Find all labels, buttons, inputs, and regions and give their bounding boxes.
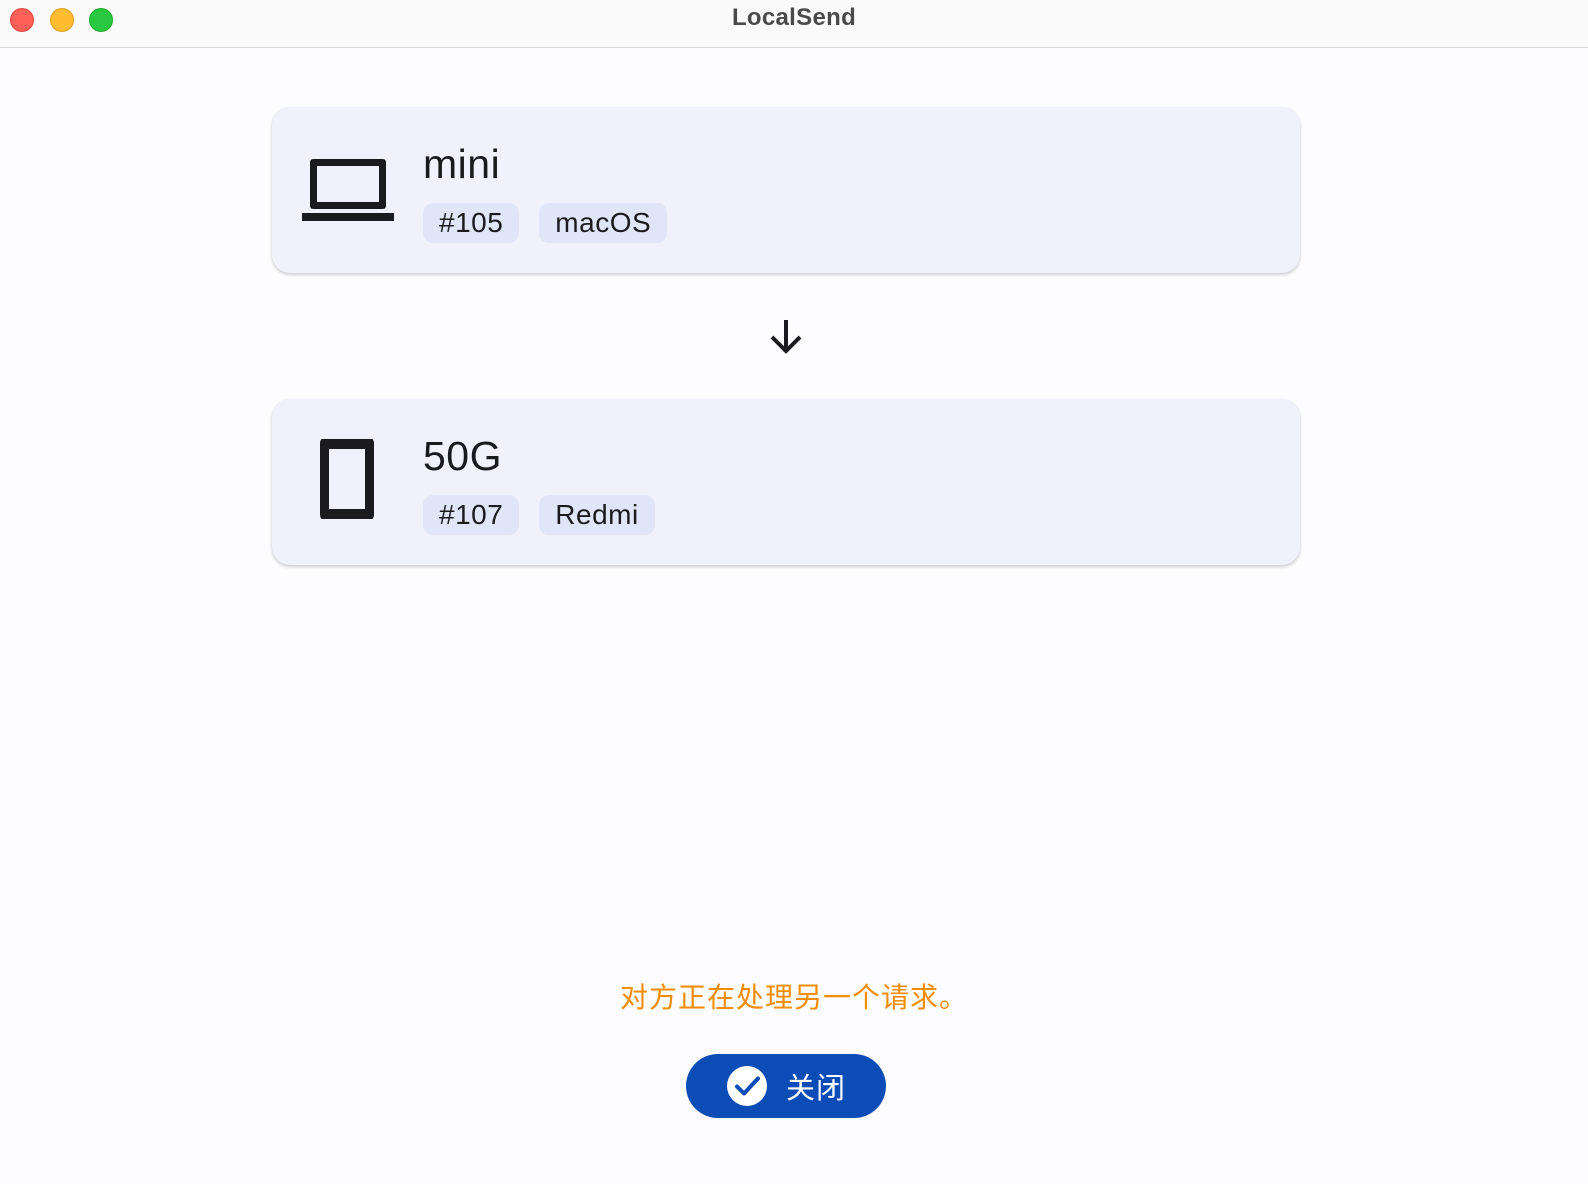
sender-tag-id: #105 [423,203,520,243]
check-circle-icon [726,1066,767,1106]
close-button-label: 关闭 [785,1073,846,1105]
title-bar: LocalSend [0,0,1588,48]
receiver-tags: #107 Redmi [423,495,655,535]
sender-tags: #105 macOS [423,203,668,243]
sender-device-card: mini #105 macOS [272,107,1300,273]
laptop-icon [302,159,394,221]
receiver-tag-model: Redmi [539,495,655,535]
sender-device-name: mini [423,141,501,187]
arrow-down-icon [770,320,802,354]
receiver-device-card: 50G #107 Redmi [272,399,1300,565]
window-title: LocalSend [731,4,857,31]
phone-icon [320,439,374,519]
status-message: 对方正在处理另一个请求。 [619,982,968,1013]
receiver-tag-id: #107 [423,495,520,535]
receiver-device-name: 50G [423,433,502,479]
sender-tag-os: macOS [539,203,668,243]
close-button[interactable]: 关闭 [686,1054,886,1118]
